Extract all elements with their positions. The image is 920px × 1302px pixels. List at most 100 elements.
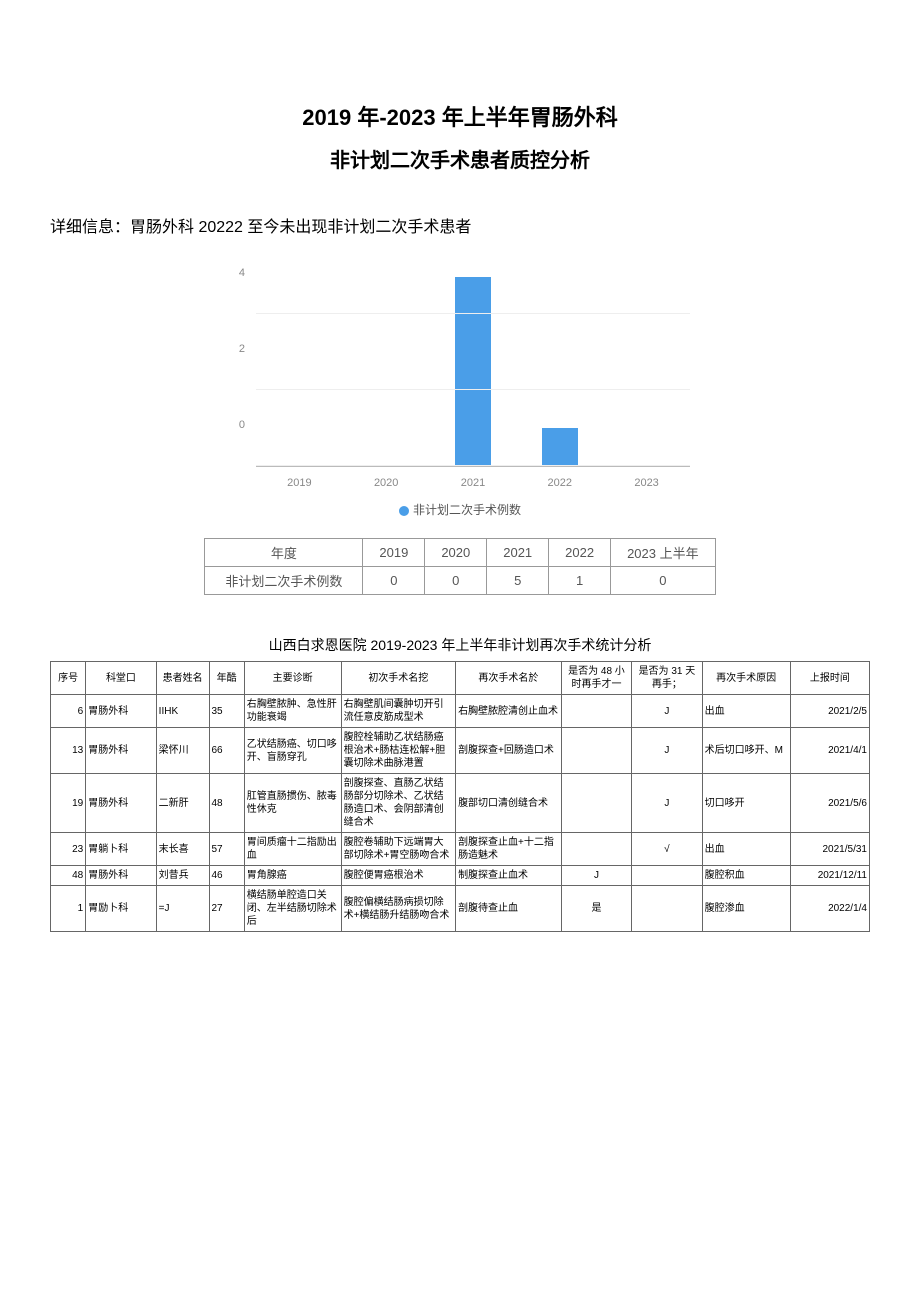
summary-count-row: 非计划二次手术例数 0 0 5 1 0	[205, 567, 715, 595]
cell-dept: 胃躺卜科	[86, 833, 156, 866]
legend-label: 非计划二次手术例数	[413, 503, 521, 517]
cell-diag: 横结肠单腔造口关闭、左半结肠切除术后	[244, 886, 341, 932]
cell-op2: 腹部切口清创缝合术	[456, 774, 562, 833]
cell-op2: 剖腹探查止血+十二指肠造魅术	[456, 833, 562, 866]
detail-table: 序号 科堂口 患者姓名 年酷 主要诊断 初次手术名挖 再次手术名於 是否为 48…	[50, 661, 870, 932]
th-date: 上报时间	[790, 662, 869, 695]
cell-op2: 剖腹探查+回肠造口术	[456, 728, 562, 774]
cell-h48: J	[561, 866, 631, 886]
cell-date: 2021/5/6	[790, 774, 869, 833]
table-row: 13胃肠外科梁怀川66乙状结肠癌、切口哆开、盲肠穿孔腹腔栓辅助乙状结肠癌根治术+…	[51, 728, 870, 774]
cell-name: 二新肝	[156, 774, 209, 833]
cell-op1: 腹腔便胃癌根治术	[341, 866, 455, 886]
cell-seq: 6	[51, 695, 86, 728]
cell-date: 2021/4/1	[790, 728, 869, 774]
summary-col: 2020	[425, 539, 487, 567]
cell-dept: 胃肠外科	[86, 774, 156, 833]
th-op1: 初次手术名挖	[341, 662, 455, 695]
summary-header-row: 年度 2019 2020 2021 2022 2023 上半年	[205, 539, 715, 567]
summary-table: 年度 2019 2020 2021 2022 2023 上半年 非计划二次手术例…	[204, 538, 715, 595]
table-row: 23胃躺卜科末长喜57胃间质瘤十二指励出血腹腔卷辅助下远端胃大部切除术+胃空肠吻…	[51, 833, 870, 866]
summary-year-label: 年度	[205, 539, 363, 567]
th-age: 年酷	[209, 662, 244, 695]
summary-val: 0	[425, 567, 487, 595]
th-dept: 科堂口	[86, 662, 156, 695]
cell-op2: 制腹探查止血术	[456, 866, 562, 886]
cell-diag: 乙状结肠癌、切口哆开、盲肠穿孔	[244, 728, 341, 774]
cell-name: =J	[156, 886, 209, 932]
cell-reason: 术后切口哆开、M	[702, 728, 790, 774]
th-seq: 序号	[51, 662, 86, 695]
y-tick: 0	[239, 419, 245, 431]
th-reason: 再次手术原因	[702, 662, 790, 695]
cell-age: 48	[209, 774, 244, 833]
cell-dept: 胃肠外科	[86, 695, 156, 728]
cell-date: 2021/5/31	[790, 833, 869, 866]
bar	[455, 277, 491, 466]
table-row: 19胃肠外科二新肝48肛管直肠掼伤、脓毒性休克剖腹探查、直肠乙状结肠部分切除术、…	[51, 774, 870, 833]
cell-name: IIHK	[156, 695, 209, 728]
cell-d31: J	[632, 695, 702, 728]
cell-h48	[561, 728, 631, 774]
cell-h48	[561, 833, 631, 866]
cell-op1: 剖腹探查、直肠乙状结肠部分切除术、乙状结肠造口术、会阴部清创缝合术	[341, 774, 455, 833]
table-row: 6胃肠外科IIHK35右胸壁脓肿、急性肝功能衰竭右胸壁肌间囊肿切开引流任意皮筋成…	[51, 695, 870, 728]
cell-date: 2021/2/5	[790, 695, 869, 728]
cell-dept: 胃肠外科	[86, 728, 156, 774]
detail-label: 详细信息：	[50, 219, 130, 236]
cell-diag: 肛管直肠掼伤、脓毒性休克	[244, 774, 341, 833]
cell-seq: 23	[51, 833, 86, 866]
th-48h: 是否为 48 小时再手才一	[561, 662, 631, 695]
cell-date: 2021/12/11	[790, 866, 869, 886]
detail-table-title: 山西白求恩医院 2019-2023 年上半年非计划再次手术统计分析	[50, 635, 870, 655]
cell-reason: 出血	[702, 695, 790, 728]
detail-info: 详细信息：胃肠外科 20222 至今未出现非计划二次手术患者	[50, 213, 870, 237]
cell-h48	[561, 695, 631, 728]
cell-op1: 右胸壁肌间囊肿切开引流任意皮筋成型术	[341, 695, 455, 728]
th-name: 患者姓名	[156, 662, 209, 695]
page-title-2: 非计划二次手术患者质控分析	[50, 144, 870, 173]
cell-op2: 右胸壁脓腔清创止血术	[456, 695, 562, 728]
cell-h48: 是	[561, 886, 631, 932]
cell-name: 梁怀川	[156, 728, 209, 774]
cell-age: 35	[209, 695, 244, 728]
cell-name: 刘昔兵	[156, 866, 209, 886]
cell-op1: 腹腔栓辅助乙状结肠癌根治术+肠枯连松解+胆囊切除术曲脉港置	[341, 728, 455, 774]
summary-val: 5	[487, 567, 549, 595]
th-op2: 再次手术名於	[456, 662, 562, 695]
cell-d31	[632, 886, 702, 932]
cell-seq: 1	[51, 886, 86, 932]
cell-dept: 胃励卜科	[86, 886, 156, 932]
summary-col: 2021	[487, 539, 549, 567]
cell-d31: J	[632, 728, 702, 774]
cell-age: 66	[209, 728, 244, 774]
summary-col: 2019	[363, 539, 425, 567]
y-tick: 2	[239, 343, 245, 355]
cell-op1: 腹腔卷辅助下远端胃大部切除术+胃空肠吻合术	[341, 833, 455, 866]
table-row: 48胃肠外科刘昔兵46胃角腺癌腹腔便胃癌根治术制腹探查止血术J腹腔积血2021/…	[51, 866, 870, 886]
th-31d: 是否为 31 天再手；	[632, 662, 702, 695]
bar	[542, 428, 578, 466]
chart-legend: 非计划二次手术例数	[220, 501, 700, 518]
cell-d31: √	[632, 833, 702, 866]
cell-dept: 胃肠外科	[86, 866, 156, 886]
summary-val: 0	[611, 567, 716, 595]
x-label: 2021	[448, 477, 498, 489]
x-label: 2022	[535, 477, 585, 489]
x-label: 2019	[274, 477, 324, 489]
summary-col: 2023 上半年	[611, 539, 716, 567]
bar-chart: 024 20192020202120222023 非计划二次手术例数	[220, 277, 700, 518]
cell-h48	[561, 774, 631, 833]
summary-val: 0	[363, 567, 425, 595]
cell-age: 27	[209, 886, 244, 932]
cell-date: 2022/1/4	[790, 886, 869, 932]
legend-dot-icon	[399, 506, 409, 516]
cell-seq: 13	[51, 728, 86, 774]
table-row: 1胃励卜科=J27横结肠单腔造口关闭、左半结肠切除术后腹腔偏横结肠病损切除术+横…	[51, 886, 870, 932]
summary-col: 2022	[549, 539, 611, 567]
y-tick: 4	[239, 267, 245, 279]
cell-d31: J	[632, 774, 702, 833]
cell-seq: 19	[51, 774, 86, 833]
cell-reason: 腹腔渗血	[702, 886, 790, 932]
cell-reason: 出血	[702, 833, 790, 866]
